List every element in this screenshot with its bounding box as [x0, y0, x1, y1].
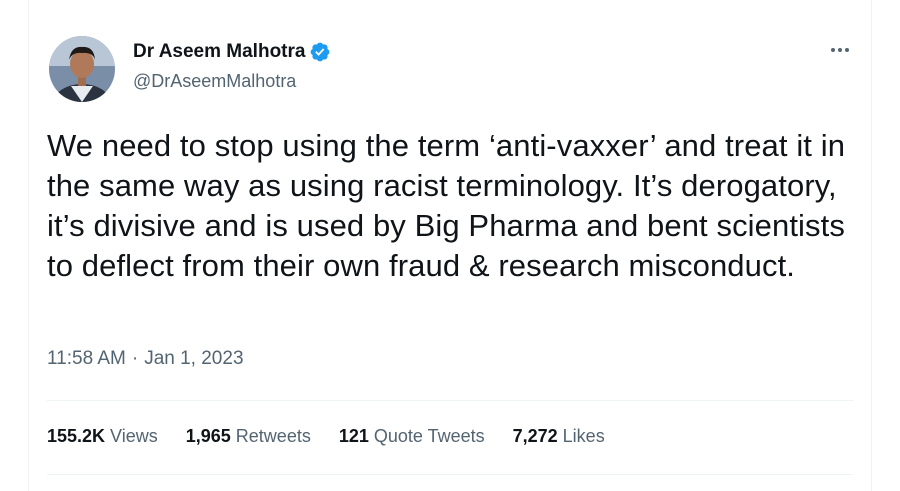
tweet-card: Dr Aseem Malhotra @DrAseemMalhotra We ne… — [28, 0, 872, 491]
tweet-time: 11:58 AM — [47, 348, 126, 369]
more-options-icon[interactable] — [825, 38, 855, 62]
likes-count: 7,272 — [512, 426, 558, 446]
likes-stat[interactable]: 7,272 Likes — [513, 426, 605, 447]
quote-tweets-stat[interactable]: 121 Quote Tweets — [339, 426, 485, 447]
author-handle[interactable]: @DrAseemMalhotra — [133, 70, 331, 92]
retweets-stat[interactable]: 1,965 Retweets — [186, 426, 311, 447]
retweets-label: Retweets — [235, 426, 311, 446]
tweet-text: We need to stop using the term ‘anti-vax… — [47, 128, 846, 283]
avatar-photo — [49, 36, 115, 102]
tweet-stats: 155.2K Views 1,965 Retweets 121 Quote Tweet… — [47, 426, 605, 447]
views-stat[interactable]: 155.2K Views — [47, 426, 158, 447]
divider-bottom — [47, 474, 853, 475]
quotes-count: 121 — [338, 426, 369, 446]
avatar[interactable] — [49, 36, 115, 102]
likes-label: Likes — [562, 426, 605, 446]
verified-badge-icon — [309, 41, 331, 63]
quotes-label: Quote Tweets — [373, 426, 485, 446]
meta-separator: · — [131, 348, 139, 369]
tweet-timestamp[interactable]: 11:58 AM · Jan 1, 2023 — [47, 348, 244, 370]
divider-top — [47, 400, 853, 401]
retweets-count: 1,965 — [185, 426, 231, 446]
author-name-row: Dr Aseem Malhotra — [133, 40, 331, 64]
author-block: Dr Aseem Malhotra @DrAseemMalhotra — [133, 40, 331, 92]
views-count: 155.2K — [47, 426, 106, 446]
views-label: Views — [110, 426, 158, 446]
tweet-date: Jan 1, 2023 — [144, 348, 244, 369]
author-name[interactable]: Dr Aseem Malhotra — [133, 40, 305, 64]
